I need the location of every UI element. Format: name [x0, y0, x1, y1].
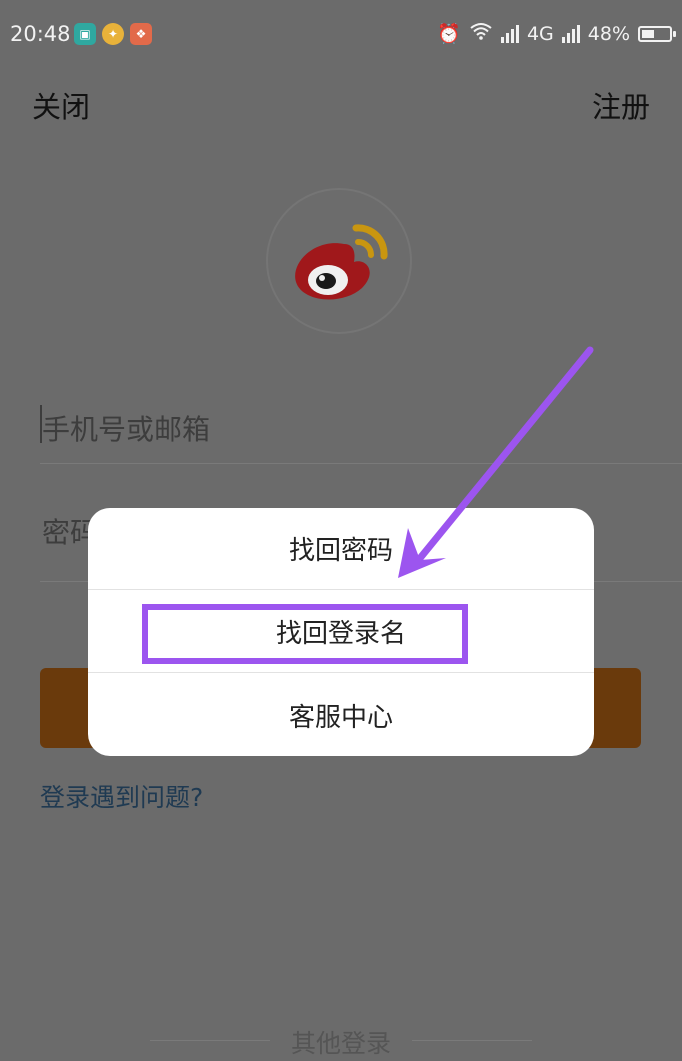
login-screen: 20:48 ▣ ✦ ❖ ⏰ 4G 48% 关闭 注册 手机号或邮箱 密码 登录遇…: [0, 0, 682, 1061]
annotation-arrow-icon: [398, 346, 594, 578]
